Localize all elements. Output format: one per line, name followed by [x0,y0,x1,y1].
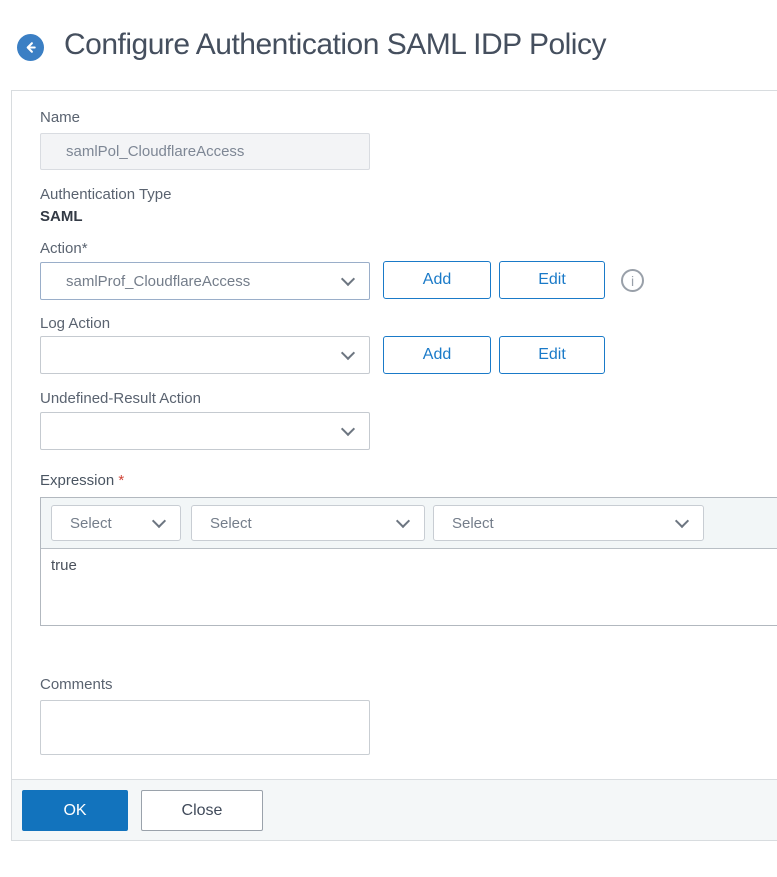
auth-type-label: Authentication Type [40,186,172,203]
name-input [40,133,370,170]
arrow-left-icon [23,40,38,55]
expression-select-3-value: Select [452,514,494,532]
log-action-edit-button[interactable]: Edit [499,336,605,374]
log-action-select[interactable] [40,336,370,374]
chevron-down-icon [340,345,356,360]
expression-label-text: Expression [40,472,115,489]
comments-label: Comments [40,676,113,693]
expression-toolbar: Select Select Select [41,498,777,549]
undefined-result-action-label: Undefined-Result Action [40,390,201,407]
info-icon[interactable]: i [621,269,644,292]
action-label: Action* [40,240,88,257]
action-select-value: samlProf_CloudflareAccess [66,272,251,290]
back-button[interactable] [17,34,44,61]
chevron-down-icon [151,513,167,528]
expression-select-2-value: Select [210,514,252,532]
expression-select-1-value: Select [70,514,112,532]
close-button[interactable]: Close [141,790,263,831]
ok-button[interactable]: OK [22,790,128,831]
action-edit-button[interactable]: Edit [499,261,605,299]
undefined-result-action-select[interactable] [40,412,370,450]
chevron-down-icon [674,513,690,528]
chevron-down-icon [340,421,356,436]
log-action-add-button[interactable]: Add [383,336,491,374]
expression-operand-select-2[interactable]: Select [191,505,425,541]
configure-saml-idp-policy-page: Configure Authentication SAML IDP Policy… [0,0,777,877]
required-asterisk: * [118,472,125,489]
chevron-down-icon [340,271,356,286]
page-title: Configure Authentication SAML IDP Policy [64,28,606,61]
policy-form-panel: Name Authentication Type SAML Action* sa… [11,90,777,841]
expression-input[interactable]: true [41,549,777,625]
comments-input[interactable] [40,700,370,755]
auth-type-value: SAML [40,208,83,225]
form-footer: OK Close [12,779,777,840]
expression-editor: Select Select Select true [40,497,777,626]
action-add-button[interactable]: Add [383,261,491,299]
expression-operand-select-1[interactable]: Select [51,505,181,541]
expression-operand-select-3[interactable]: Select [433,505,704,541]
action-select[interactable]: samlProf_CloudflareAccess [40,262,370,300]
chevron-down-icon [395,513,411,528]
name-label: Name [40,109,81,126]
log-action-label: Log Action [40,315,111,332]
expression-label: Expression * [40,472,124,489]
